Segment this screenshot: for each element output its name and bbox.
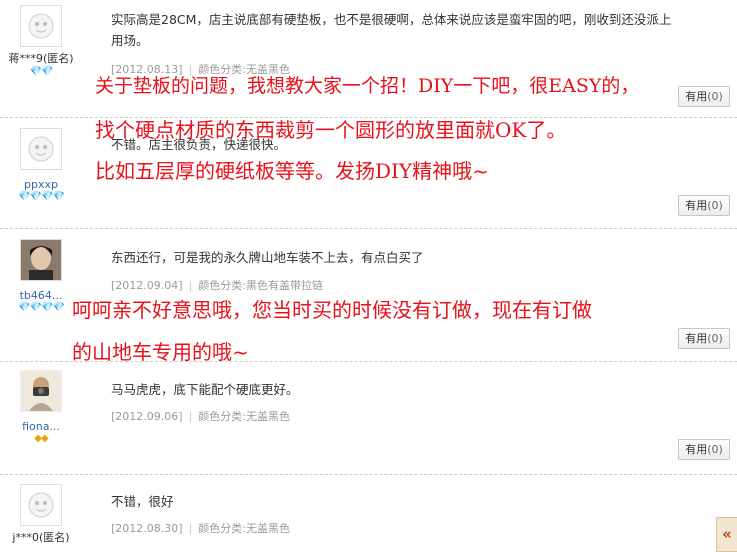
useful-button[interactable]: 有用(0) [678, 439, 730, 460]
reviewer-info: ppxxp 💎💎💎💎 [0, 128, 82, 202]
review-item: j***0(匿名) 不错，很好 [2012.08.30] | 颜色分类:无盖黑色 [0, 475, 737, 552]
seller-reply-text: 的山地车专用的哦~ [72, 340, 249, 364]
useful-button[interactable]: 有用(0) [678, 86, 730, 107]
buyer-rank-icon: 💎💎 [29, 66, 54, 77]
user-photo-avatar[interactable] [20, 239, 62, 281]
useful-label: 有用 [685, 90, 708, 103]
buyer-rank-icon: 💎💎💎💎 [18, 302, 65, 313]
useful-button[interactable]: 有用(0) [678, 328, 730, 349]
reviewer-info: 蒋***9(匿名) 💎💎 [0, 5, 82, 77]
buyer-rank-icon: 💎💎💎💎 [18, 191, 65, 202]
review-text: 不错，很好 [111, 494, 174, 509]
useful-label: 有用 [685, 199, 708, 212]
collapse-arrow-icon[interactable]: « [716, 517, 737, 552]
user-photo-avatar[interactable] [20, 370, 62, 412]
seller-reply-text: 关于垫板的问题，我想教大家一个招！DIY一下吧，很EASY的， [95, 75, 640, 97]
review-item: 蒋***9(匿名) 💎💎 实际高是28CM，店主说底部有硬垫板，也不是很硬啊，总… [0, 0, 737, 118]
reviewer-name[interactable]: ppxxp [0, 178, 82, 191]
seller-reply-text: 呵呵亲不好意思哦，您当时买的时候没有订做，现在有订做 [72, 298, 592, 322]
seller-reply-text: 比如五层厚的硬纸板等等。发扬DIY精神哦~ [95, 159, 489, 183]
review-meta: [2012.09.06] | 颜色分类:无盖黑色 [111, 410, 291, 423]
review-attr: 颜色分类:黑色有盖带拉链 [198, 279, 324, 292]
reviewer-info: fiona... ◆◆ [0, 370, 82, 444]
default-avatar-icon[interactable] [20, 484, 62, 526]
review-attr: 颜色分类:无盖黑色 [198, 410, 291, 423]
reviewer-info: tb464... 💎💎💎💎 [0, 239, 82, 313]
useful-count: (0) [707, 443, 723, 456]
buyer-rank-icon: ◆◆ [34, 433, 48, 444]
review-item: fiona... ◆◆ 马马虎虎，底下能配个硬底更好。 [2012.09.06]… [0, 362, 737, 475]
reviewer-name[interactable]: tb464... [0, 289, 82, 302]
review-text: 马马虎虎，底下能配个硬底更好。 [111, 382, 299, 397]
review-text: 实际高是28CM，店主说底部有硬垫板，也不是很硬啊，总体来说应该是蛮牢固的吧，刚… [111, 12, 672, 48]
reviewer-name: j***0(匿名) [12, 531, 70, 544]
useful-count: (0) [707, 332, 723, 345]
review-meta: [2012.09.04] | 颜色分类:黑色有盖带拉链 [111, 279, 324, 292]
reviewer-info: j***0(匿名) [0, 484, 82, 545]
useful-count: (0) [707, 90, 723, 103]
review-meta: [2012.08.30] | 颜色分类:无盖黑色 [111, 522, 291, 535]
review-date: [2012.08.30] [111, 522, 183, 535]
useful-label: 有用 [685, 443, 708, 456]
review-attr: 颜色分类:无盖黑色 [198, 522, 291, 535]
useful-label: 有用 [685, 332, 708, 345]
review-date: [2012.09.04] [111, 279, 183, 292]
reviewer-name[interactable]: fiona... [0, 420, 82, 433]
seller-reply-text: 找个硬点材质的东西裁剪一个圆形的放里面就OK了。 [95, 118, 567, 142]
default-avatar-icon[interactable] [20, 5, 62, 47]
useful-count: (0) [707, 199, 723, 212]
default-avatar-icon[interactable] [20, 128, 62, 170]
useful-button[interactable]: 有用(0) [678, 195, 730, 216]
reviewer-name: 蒋***9(匿名) [8, 52, 74, 65]
review-date: [2012.09.06] [111, 410, 183, 423]
review-text: 东西还行，可是我的永久牌山地车装不上去，有点白买了 [111, 250, 424, 265]
